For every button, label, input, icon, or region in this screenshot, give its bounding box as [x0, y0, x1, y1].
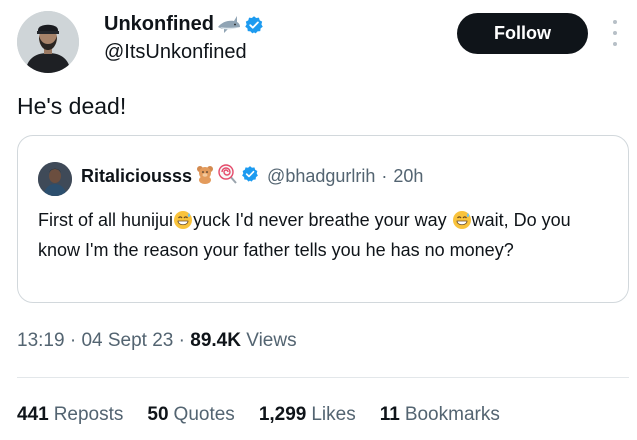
stat-label: Likes [311, 404, 356, 425]
stat-label: Reposts [53, 404, 124, 425]
author-avatar[interactable] [17, 11, 79, 73]
divider [17, 377, 629, 378]
tweet-text: He's dead! [17, 93, 127, 119]
stat-bookmarks[interactable]: 11 Bookmarks [380, 404, 500, 426]
quoted-separator: · [381, 166, 388, 186]
stat-count: 1,299 [258, 404, 307, 425]
stat-label: Quotes [173, 404, 235, 425]
stat-count: 11 [379, 404, 400, 425]
grinning-sweat-emoji-icon [452, 210, 472, 237]
more-dot [613, 42, 617, 46]
tweet-date[interactable]: 04 Sept 23 [81, 330, 173, 351]
verified-badge-icon [241, 165, 259, 188]
shark-emoji-icon [217, 15, 241, 35]
quoted-text: First of all hunijui yuck I'd never breat… [38, 207, 598, 263]
author-display-name[interactable]: Unkonfined [104, 13, 214, 36]
verified-badge-icon [244, 15, 264, 35]
author-handle[interactable]: @ItsUnkonfined [104, 41, 247, 64]
stat-count: 50 [147, 404, 169, 425]
stat-reposts[interactable]: 441 Reposts [17, 404, 123, 426]
quoted-text-part1: First of all hunijui [38, 210, 174, 230]
meta-separator: · [69, 330, 77, 351]
more-vertical-icon[interactable] [611, 20, 619, 46]
quoted-text-part2: yuck I'd never breathe your way [193, 210, 452, 230]
more-dot [613, 20, 617, 24]
quoted-time[interactable]: 20h [393, 166, 423, 187]
more-dot [613, 31, 617, 35]
engagement-stats: 441 Reposts 50 Quotes 1,299 Likes 11 Bookmar… [17, 404, 524, 426]
lollipop-emoji-icon [218, 164, 238, 189]
meta-separator: · [178, 330, 185, 351]
teddy-bear-emoji-icon [195, 164, 215, 189]
quoted-handle[interactable]: @bhadgurlrih [267, 166, 375, 187]
quoted-tweet-card[interactable]: Ritaliciousss @bhadgurlrih · 20h First o… [17, 135, 629, 303]
stat-quotes[interactable]: 50 Quotes [147, 404, 234, 426]
quoted-header: Ritaliciousss @bhadgurlrih · 20h [81, 164, 423, 189]
grinning-sweat-emoji-icon [173, 210, 193, 237]
quoted-author-avatar[interactable] [38, 162, 72, 196]
stat-count: 441 [17, 404, 49, 425]
stat-likes[interactable]: 1,299 Likes [259, 404, 356, 426]
author-name-row[interactable]: Unkonfined [104, 13, 264, 36]
tweet-meta: 13:19 · 04 Sept 23 · 89.4K Views [17, 330, 297, 352]
tweet-time[interactable]: 13:19 [17, 330, 65, 351]
views-label: Views [246, 330, 297, 351]
quoted-display-name[interactable]: Ritaliciousss [81, 166, 192, 187]
stat-label: Bookmarks [404, 404, 500, 425]
views-count: 89.4K [190, 330, 241, 351]
follow-button[interactable]: Follow [457, 13, 588, 54]
